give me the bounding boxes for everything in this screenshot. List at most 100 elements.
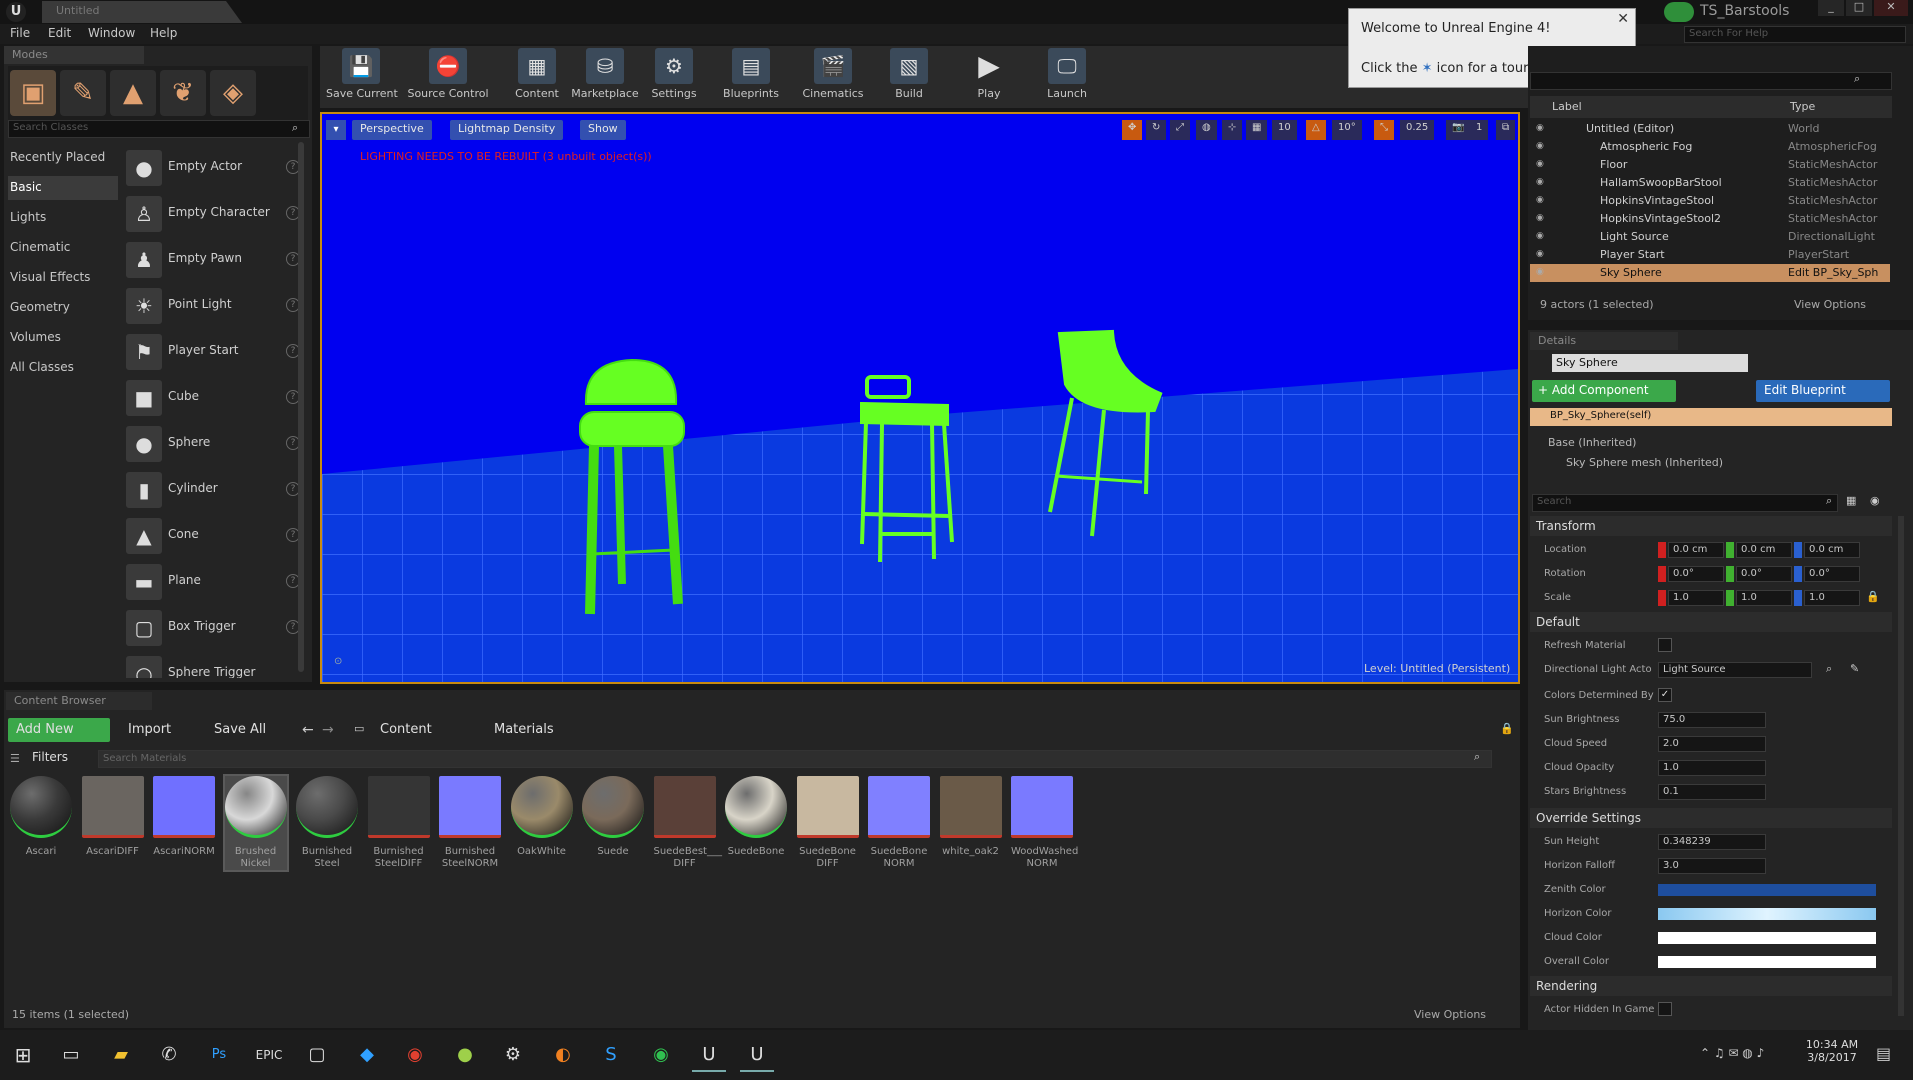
asset-tile[interactable]: SuedeBone NORM xyxy=(868,776,930,870)
app-icon[interactable]: ✆ xyxy=(152,1038,186,1072)
category-geometry[interactable]: Geometry xyxy=(8,296,118,320)
place-item-empty-actor[interactable]: ● Empty Actor? xyxy=(122,146,302,190)
lock-icon[interactable]: 🔒 xyxy=(1500,722,1514,735)
location-z[interactable]: 0.0 cm xyxy=(1804,542,1860,558)
outliner-row[interactable]: ◉ Floor StaticMeshActor xyxy=(1530,156,1890,174)
category-basic[interactable]: Basic xyxy=(8,176,118,200)
category-visual-effects[interactable]: Visual Effects xyxy=(8,266,118,290)
file-explorer-icon[interactable]: ▰ xyxy=(104,1038,138,1072)
place-item-empty-pawn[interactable]: ♟ Empty Pawn? xyxy=(122,238,302,282)
asset-tile[interactable]: white_oak2 xyxy=(939,776,1002,858)
asset-tile[interactable]: Suede xyxy=(582,776,644,858)
rotation-snap-value[interactable]: 10° xyxy=(1332,120,1362,140)
outliner-search-input[interactable] xyxy=(1530,72,1892,90)
outliner-col-type[interactable]: Type xyxy=(1790,100,1815,113)
save-current-button[interactable]: 💾 Save Current xyxy=(326,48,398,106)
asset-tile[interactable]: AscariNORM xyxy=(153,776,215,858)
modes-tab[interactable]: Modes xyxy=(4,46,144,64)
chrome-icon[interactable]: ◉ xyxy=(398,1038,432,1072)
spotify-icon[interactable]: ◉ xyxy=(644,1038,678,1072)
geometry-mode-icon[interactable]: ◈ xyxy=(210,70,256,116)
world-local-icon[interactable]: ◍ xyxy=(1196,120,1217,140)
asset-tile[interactable]: SuedeBest___ DIFF xyxy=(653,776,722,870)
category-volumes[interactable]: Volumes xyxy=(8,326,118,350)
camera-speed-value[interactable]: 1 xyxy=(1470,120,1489,140)
camera-speed-icon[interactable]: 📷 xyxy=(1446,120,1471,140)
eyedropper-icon[interactable]: ✎ xyxy=(1850,662,1859,675)
place-item-empty-character[interactable]: ♙ Empty Character? xyxy=(122,192,302,236)
place-item-point-light[interactable]: ☀ Point Light? xyxy=(122,284,302,328)
search-classes-input[interactable]: Search Classes xyxy=(8,120,310,138)
landscape-mode-icon[interactable]: ▲ xyxy=(110,70,156,116)
eye-icon[interactable]: ◉ xyxy=(1536,267,1548,277)
edit-blueprint-button[interactable]: Edit Blueprint xyxy=(1756,380,1890,402)
outliner-view-options[interactable]: View Options xyxy=(1794,298,1866,311)
location-y[interactable]: 0.0 cm xyxy=(1736,542,1792,558)
app-window-icon[interactable]: ▢ xyxy=(300,1038,334,1072)
section-default[interactable]: Default xyxy=(1530,612,1892,632)
asset-tile[interactable]: Burnished SteelDIFF xyxy=(367,776,430,870)
category-all-classes[interactable]: All Classes xyxy=(8,356,118,380)
details-tab[interactable]: Details xyxy=(1530,332,1678,350)
outliner-row[interactable]: ◉ Light Source DirectionalLight xyxy=(1530,228,1890,246)
settings-button[interactable]: ⚙ Settings xyxy=(648,48,700,106)
menu-file[interactable]: File xyxy=(10,26,30,40)
scale-label[interactable]: Scale xyxy=(1544,592,1571,603)
place-mode-icon[interactable]: ▣ xyxy=(10,70,56,116)
cinematics-button[interactable]: 🎬 Cinematics xyxy=(798,48,868,106)
maximize-viewport-icon[interactable]: ⧉ xyxy=(1496,120,1516,140)
rotate-tool-icon[interactable]: ↻ xyxy=(1146,120,1167,140)
search-help-input[interactable]: Search For Help xyxy=(1684,26,1906,43)
section-rendering[interactable]: Rendering xyxy=(1530,976,1892,996)
tray-icons[interactable]: ⌃ ♫ ✉ ◍ ♪ xyxy=(1700,1046,1764,1060)
cloud-color-swatch[interactable] xyxy=(1658,932,1876,944)
eye-icon[interactable]: ◉ xyxy=(1536,159,1548,169)
add-new-button[interactable]: Add New xyxy=(8,718,110,742)
scale-y[interactable]: 1.0 xyxy=(1736,590,1792,606)
outliner-row[interactable]: ◉ HopkinsVintageStool StaticMeshActor xyxy=(1530,192,1890,210)
skype-icon[interactable]: S xyxy=(594,1038,628,1072)
place-item-cylinder[interactable]: ▮ Cylinder? xyxy=(122,468,302,512)
location-label[interactable]: Location xyxy=(1544,544,1586,555)
asset-tile[interactable]: AscariDIFF xyxy=(81,776,144,858)
section-override-settings[interactable]: Override Settings xyxy=(1530,808,1892,828)
breadcrumb-materials[interactable]: Materials xyxy=(486,718,562,742)
epic-games-icon[interactable]: EPIC xyxy=(252,1038,286,1072)
asset-tile[interactable]: Brushed Nickel xyxy=(222,774,289,872)
back-arrow-icon[interactable]: ← xyxy=(302,722,314,738)
eye-icon[interactable]: ◉ xyxy=(1536,123,1548,133)
horizon-color-swatch[interactable] xyxy=(1658,908,1876,920)
close-welcome-icon[interactable]: ✕ xyxy=(1617,11,1629,27)
scale-snap-icon[interactable]: ⤡ xyxy=(1374,120,1394,140)
component-self-row[interactable]: BP_Sky_Sphere(self) xyxy=(1530,408,1892,426)
add-component-button[interactable]: + Add Component xyxy=(1532,380,1676,402)
windows-start-icon[interactable]: ⊞ xyxy=(6,1038,40,1072)
search-materials-input[interactable]: Search Materials xyxy=(98,750,1492,768)
refresh-material-checkbox[interactable] xyxy=(1658,638,1672,652)
app-gear-icon[interactable]: ⚙ xyxy=(496,1038,530,1072)
document-tab[interactable]: Untitled xyxy=(42,1,242,23)
modes-scrollbar[interactable] xyxy=(298,142,304,672)
sun-height-input[interactable]: 0.348239 xyxy=(1658,834,1766,850)
clock[interactable]: 10:34 AM 3/8/2017 xyxy=(1800,1038,1864,1064)
actor-hidden-checkbox[interactable] xyxy=(1658,1002,1672,1016)
grid-snap-icon[interactable]: ▦ xyxy=(1246,120,1268,140)
component-base[interactable]: Base (Inherited) xyxy=(1548,436,1636,449)
eye-options-icon[interactable]: ◉ xyxy=(1870,494,1880,507)
menu-edit[interactable]: Edit xyxy=(48,26,71,40)
content-button[interactable]: ▦ Content xyxy=(508,48,566,106)
colors-determined-checkbox[interactable]: ✓ xyxy=(1658,688,1672,702)
blender-icon[interactable]: ◐ xyxy=(546,1038,580,1072)
import-button[interactable]: Import xyxy=(120,718,179,742)
search-icon[interactable]: ⌕ xyxy=(1826,662,1832,676)
rotation-snap-icon[interactable]: △ xyxy=(1306,120,1326,140)
photoshop-icon[interactable]: Ps xyxy=(202,1038,236,1072)
eye-icon[interactable]: ◉ xyxy=(1536,231,1548,241)
play-button[interactable]: ▶ Play xyxy=(964,48,1014,106)
outliner-col-label[interactable]: Label xyxy=(1552,100,1582,113)
unreal-logo-icon[interactable]: U xyxy=(6,2,26,22)
asset-tile[interactable]: WoodWashed NORM xyxy=(1011,776,1078,870)
translate-tool-icon[interactable]: ✥ xyxy=(1122,120,1143,140)
cloud-opacity-input[interactable]: 1.0 xyxy=(1658,760,1766,776)
save-all-button[interactable]: Save All xyxy=(206,718,274,742)
